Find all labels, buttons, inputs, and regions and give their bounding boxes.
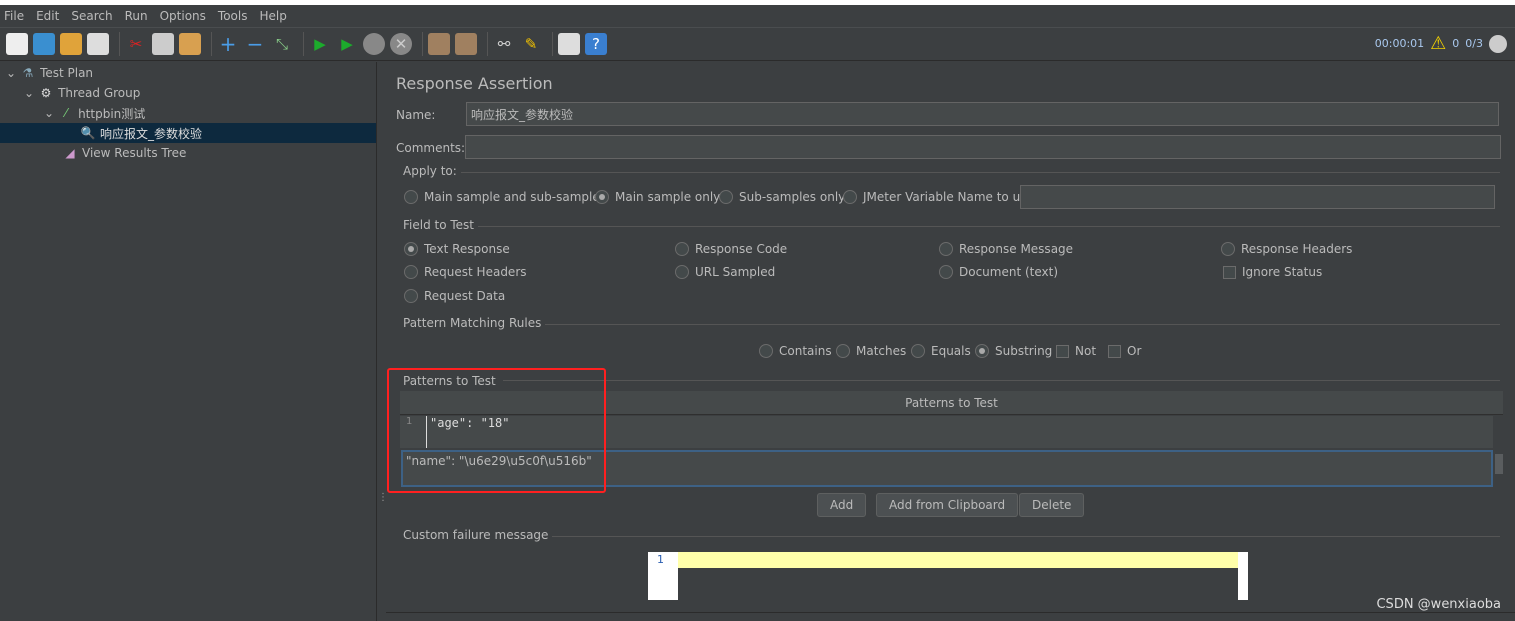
menu-tools[interactable]: Tools	[218, 9, 248, 23]
chevron-down-icon[interactable]: ⌄	[44, 106, 54, 120]
help-icon[interactable]: ?	[585, 33, 607, 55]
collapse-icon[interactable]: −	[244, 32, 266, 56]
clear-icon[interactable]	[428, 33, 450, 55]
clear-all-icon[interactable]	[455, 33, 477, 55]
radio-contains[interactable]: Contains	[759, 344, 832, 358]
checkbox-or[interactable]: Or	[1108, 344, 1141, 358]
separator	[487, 32, 488, 56]
highlight-box	[387, 368, 606, 493]
comments-input[interactable]	[465, 135, 1501, 159]
radio-jmeter-variable[interactable]: JMeter Variable Name to use	[843, 190, 1034, 204]
menu-edit[interactable]: Edit	[36, 9, 59, 23]
cut-icon[interactable]: ✂	[125, 33, 147, 55]
checkbox-ignore-status[interactable]: Ignore Status	[1223, 265, 1322, 279]
radio-main-and-sub[interactable]: Main sample and sub-samples	[404, 190, 606, 204]
tree-node-view-results-tree[interactable]: ◢ View Results Tree	[62, 143, 186, 163]
apply-to-group: Apply to: Main sample and sub-samples Ma…	[403, 164, 1500, 212]
checkbox-not[interactable]: Not	[1056, 344, 1096, 358]
radio-main-only[interactable]: Main sample only	[595, 190, 720, 204]
comments-label: Comments:	[396, 141, 466, 155]
assertion-icon: 🔍	[80, 126, 96, 140]
current-line	[678, 552, 1238, 568]
remote-status-icon[interactable]	[1489, 34, 1507, 53]
add-button[interactable]: Add	[817, 493, 867, 517]
radio-matches[interactable]: Matches	[836, 344, 906, 358]
radio-substring[interactable]: Substring	[975, 344, 1052, 358]
start-no-pause-icon[interactable]: ▶	[336, 33, 358, 55]
copy-icon[interactable]	[152, 33, 174, 55]
new-icon[interactable]	[6, 33, 28, 55]
expand-icon[interactable]: +	[217, 32, 239, 56]
test-plan-icon: ⚗	[22, 66, 34, 80]
thread-count: 0/3	[1465, 37, 1483, 50]
separator	[552, 32, 553, 56]
start-icon[interactable]: ▶	[309, 33, 331, 55]
menu-help[interactable]: Help	[259, 9, 286, 23]
pipette-icon: ⁄	[65, 106, 68, 120]
radio-url-sampled[interactable]: URL Sampled	[675, 265, 775, 279]
radio-sub-only[interactable]: Sub-samples only	[719, 190, 845, 204]
separator	[303, 32, 304, 56]
save-icon[interactable]	[87, 33, 109, 55]
menu-bar: File Edit Search Run Options Tools Help	[0, 5, 1515, 27]
failure-message-editor[interactable]: 1	[648, 552, 1248, 600]
name-label: Name:	[396, 108, 436, 122]
radio-equals[interactable]: Equals	[911, 344, 971, 358]
tree-node-thread-group[interactable]: ⌄ ⚙ Thread Group	[24, 83, 140, 103]
split-pane-divider[interactable]: ⋮	[377, 62, 388, 621]
gear-icon: ⚙	[40, 86, 52, 100]
field-to-test-group: Field to Test Text Response Response Cod…	[403, 218, 1500, 306]
patterns-scrollbar[interactable]	[1494, 416, 1504, 486]
page-title: Response Assertion	[396, 74, 553, 93]
tree-node-test-plan[interactable]: ⌄ ⚗ Test Plan	[6, 63, 93, 83]
radio-text-response[interactable]: Text Response	[404, 242, 510, 256]
templates-icon[interactable]	[33, 33, 55, 55]
menu-search[interactable]: Search	[71, 9, 112, 23]
open-icon[interactable]	[60, 33, 82, 55]
radio-response-headers[interactable]: Response Headers	[1221, 242, 1352, 256]
tree-node-response-assertion[interactable]: 🔍 响应报文_参数校验	[0, 123, 376, 143]
elapsed-timer: 00:00:01	[1374, 37, 1425, 50]
pattern-matching-rules-group: Pattern Matching Rules Contains Matches …	[403, 316, 1500, 364]
menu-options[interactable]: Options	[160, 9, 206, 23]
menu-file[interactable]: File	[4, 9, 24, 23]
radio-request-data[interactable]: Request Data	[404, 289, 505, 303]
separator	[422, 32, 423, 56]
bottom-divider[interactable]	[386, 612, 1515, 621]
paste-icon[interactable]	[179, 33, 201, 55]
stop-icon[interactable]	[363, 33, 385, 55]
add-from-clipboard-button[interactable]: Add from Clipboard	[876, 493, 1019, 517]
delete-button[interactable]: Delete	[1019, 493, 1085, 517]
name-input[interactable]: 响应报文_参数校验	[466, 102, 1499, 126]
toggle-icon[interactable]: ⤡	[271, 33, 293, 55]
separator	[211, 32, 212, 56]
separator	[119, 32, 120, 56]
status-area: 00:00:01 ⚠ 0 0/3	[1375, 33, 1507, 54]
menu-run[interactable]: Run	[125, 9, 148, 23]
chart-icon: ◢	[65, 146, 75, 160]
shutdown-icon[interactable]: ✕	[390, 33, 412, 55]
radio-response-code[interactable]: Response Code	[675, 242, 787, 256]
test-plan-tree: ⌄ ⚗ Test Plan ⌄ ⚙ Thread Group ⌄ ⁄ httpbin测试 🔍…	[0, 62, 377, 621]
chevron-down-icon[interactable]: ⌄	[24, 86, 34, 100]
tree-node-http-sampler[interactable]: ⌄ ⁄ httpbin测试	[44, 103, 145, 123]
radio-request-headers[interactable]: Request Headers	[404, 265, 527, 279]
reset-search-icon[interactable]: ✎	[520, 33, 542, 55]
search-icon[interactable]: ⚯	[493, 33, 515, 55]
warning-icon[interactable]: ⚠	[1430, 33, 1446, 54]
jmeter-variable-input[interactable]	[1020, 185, 1495, 209]
radio-document-text[interactable]: Document (text)	[939, 265, 1058, 279]
function-helper-icon[interactable]	[558, 33, 580, 55]
custom-failure-message-group: Custom failure message 1	[403, 528, 1500, 606]
watermark: CSDN @wenxiaoba	[1376, 597, 1501, 612]
radio-response-message[interactable]: Response Message	[939, 242, 1073, 256]
chevron-down-icon[interactable]: ⌄	[6, 66, 16, 80]
warning-count: 0	[1452, 37, 1460, 50]
response-assertion-panel: Response Assertion Name: 响应报文_参数校验 Comme…	[386, 62, 1515, 612]
toolbar: ✂ + − ⤡ ▶ ▶ ✕ ⚯ ✎ ?	[0, 27, 1515, 61]
